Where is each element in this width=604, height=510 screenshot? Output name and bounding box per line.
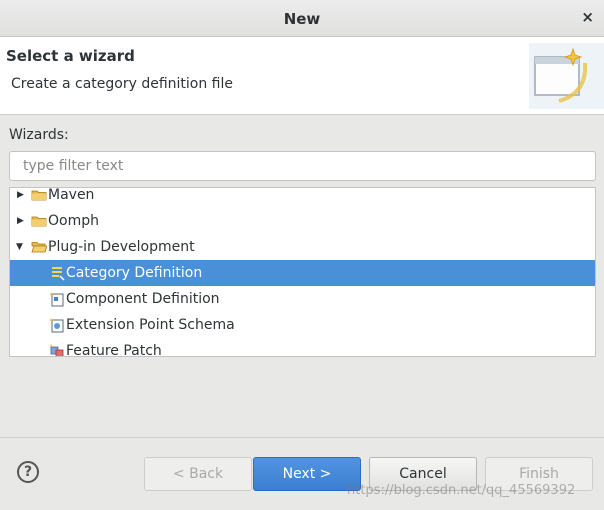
- header-description: Create a category definition file: [11, 76, 233, 92]
- tree-item-extension-point-schema[interactable]: Extension Point Schema: [10, 312, 595, 338]
- tree-item-oomph[interactable]: ▶ Oomph: [10, 208, 595, 234]
- button-bar-divider: [0, 437, 604, 438]
- window-title: New: [283, 10, 321, 28]
- category-definition-icon: [52, 267, 65, 281]
- header-title: Select a wizard: [6, 47, 135, 65]
- component-definition-icon: [50, 292, 64, 307]
- tree-item-label: Maven: [48, 187, 95, 203]
- feature-patch-icon: [50, 344, 64, 356]
- extension-point-schema-icon: [50, 318, 64, 333]
- tree-item-label: Feature Patch: [66, 343, 162, 357]
- collapse-arrow-icon[interactable]: ▼: [16, 234, 28, 260]
- tree-item-label: Component Definition: [66, 291, 220, 307]
- wizard-header: Select a wizard Create a category defini…: [0, 37, 604, 115]
- expand-arrow-icon[interactable]: ▶: [17, 208, 29, 234]
- help-icon[interactable]: ?: [17, 461, 39, 483]
- title-bar: New ×: [0, 0, 604, 37]
- tree-item-label: Plug-in Development: [48, 239, 195, 255]
- wizard-tree[interactable]: ▶ Maven ▶ Oomph ▼ Plug-in Development Ca…: [9, 187, 596, 357]
- folder-icon: [31, 190, 47, 201]
- watermark-text: https://blog.csdn.net/qq_45569392: [347, 483, 576, 498]
- wizards-label: Wizards:: [9, 127, 69, 143]
- folder-open-icon: [31, 242, 47, 253]
- tree-item-category-definition[interactable]: Category Definition: [10, 260, 595, 286]
- tree-item-label: Oomph: [48, 213, 99, 229]
- tree-item-component-definition[interactable]: Component Definition: [10, 286, 595, 312]
- close-icon[interactable]: ×: [581, 8, 594, 26]
- tree-item-label: Category Definition: [66, 265, 203, 281]
- tree-item-plug-in-development[interactable]: ▼ Plug-in Development: [10, 234, 595, 260]
- next-button[interactable]: Next >: [253, 457, 361, 491]
- tree-item-maven[interactable]: ▶ Maven: [10, 187, 595, 208]
- tree-item-feature-patch[interactable]: Feature Patch: [10, 338, 595, 357]
- tree-item-label: Extension Point Schema: [66, 317, 235, 333]
- folder-icon: [31, 216, 47, 227]
- back-button[interactable]: < Back: [144, 457, 252, 491]
- expand-arrow-icon[interactable]: ▶: [17, 188, 29, 208]
- filter-input[interactable]: [9, 151, 596, 181]
- new-wizard-banner-icon: [529, 43, 604, 109]
